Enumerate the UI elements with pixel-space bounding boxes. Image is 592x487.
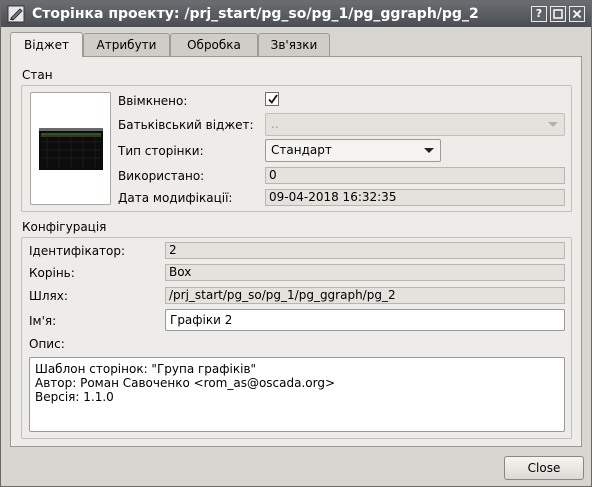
close-icon bbox=[570, 7, 584, 21]
close-button[interactable] bbox=[569, 6, 585, 22]
enabled-label: Ввімкнено: bbox=[118, 94, 188, 108]
config-group-title: Конфігурація bbox=[22, 220, 107, 234]
help-icon: ? bbox=[535, 7, 543, 20]
widget-preview bbox=[30, 92, 111, 205]
path-field: /prj_start/pg_so/pg_1/pg_ggraph/pg_2 bbox=[165, 287, 565, 304]
tab-widget[interactable]: Віджет bbox=[10, 32, 83, 57]
state-group-title: Стан bbox=[22, 68, 53, 82]
app-icon bbox=[7, 5, 25, 23]
title-bar[interactable]: Сторінка проекту: /prj_start/pg_so/pg_1/… bbox=[1, 1, 591, 27]
used-field: 0 bbox=[265, 167, 565, 184]
description-label: Опис: bbox=[29, 337, 65, 351]
preview-image bbox=[39, 128, 103, 170]
window-title: Сторінка проекту: /prj_start/pg_so/pg_1/… bbox=[32, 6, 479, 22]
root-field: Box bbox=[165, 264, 565, 281]
tab-processing[interactable]: Обробка bbox=[170, 33, 258, 57]
page-type-select[interactable]: Стандарт bbox=[265, 139, 441, 162]
name-input[interactable]: Графіки 2 bbox=[165, 309, 565, 331]
parent-widget-value: .. bbox=[271, 117, 279, 131]
maximize-icon bbox=[551, 7, 565, 21]
maximize-button[interactable] bbox=[550, 6, 566, 22]
chevron-down-icon bbox=[548, 122, 558, 127]
chevron-down-icon bbox=[424, 148, 434, 153]
tab-attributes[interactable]: Атрибути bbox=[83, 33, 170, 57]
page-type-label: Тип сторінки: bbox=[118, 144, 204, 158]
used-label: Використано: bbox=[118, 169, 205, 183]
check-icon bbox=[268, 94, 278, 104]
parent-widget-select[interactable]: .. bbox=[265, 113, 565, 136]
id-label: Ідентифікатор: bbox=[29, 244, 126, 258]
root-label: Корінь: bbox=[29, 266, 75, 280]
parent-widget-label: Батьківський віджет: bbox=[118, 118, 254, 132]
tab-links[interactable]: Зв'язки bbox=[258, 33, 330, 57]
tab-panel: Стан Ввімкнено: Батьківський віджет: .. … bbox=[10, 56, 582, 447]
description-textarea[interactable]: Шаблон сторінок: "Група графіків" Автор:… bbox=[29, 357, 565, 432]
name-label: Ім'я: bbox=[29, 314, 57, 328]
enabled-checkbox[interactable] bbox=[265, 92, 279, 106]
page-type-value: Стандарт bbox=[271, 143, 332, 157]
dialog-window: Сторінка проекту: /prj_start/pg_so/pg_1/… bbox=[0, 0, 592, 487]
modified-date-label: Дата модифікації: bbox=[118, 191, 233, 205]
modified-date-field: 09-04-2018 16:32:35 bbox=[265, 189, 565, 206]
id-field: 2 bbox=[165, 242, 565, 259]
close-dialog-button[interactable]: Close bbox=[504, 456, 584, 480]
path-label: Шлях: bbox=[29, 289, 68, 303]
help-button[interactable]: ? bbox=[531, 6, 547, 22]
